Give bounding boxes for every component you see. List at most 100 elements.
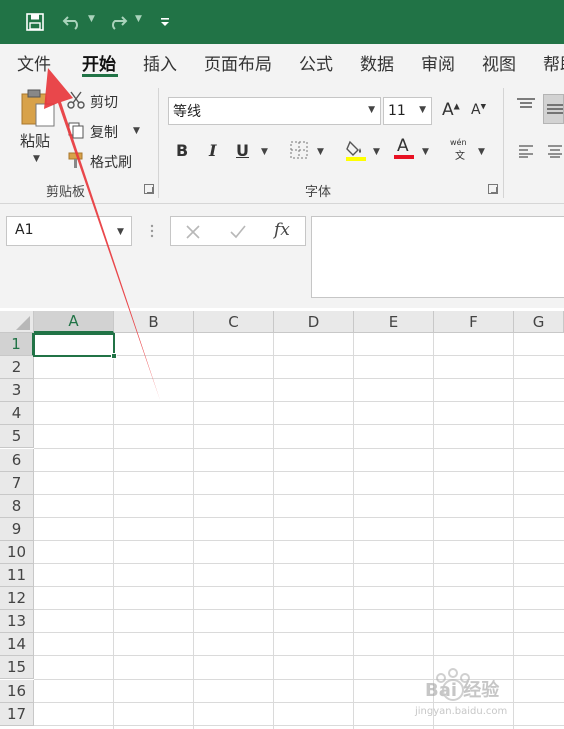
borders-dropdown-icon[interactable]: ▼ xyxy=(317,147,324,157)
font-dialog-launcher-icon[interactable] xyxy=(488,184,498,194)
tab-data[interactable]: 数据 xyxy=(360,50,394,75)
format-painter-icon xyxy=(67,151,85,173)
row-header-15[interactable]: 15 xyxy=(0,656,34,680)
align-middle-icon[interactable] xyxy=(543,94,564,124)
active-cell[interactable] xyxy=(33,333,115,357)
copy-dropdown-icon[interactable]: ▼ xyxy=(133,126,140,136)
tab-review[interactable]: 审阅 xyxy=(421,50,455,75)
underline-dropdown-icon[interactable]: ▼ xyxy=(261,147,268,157)
shrink-font-button[interactable]: A▼ xyxy=(471,102,486,118)
column-gridline xyxy=(273,333,274,729)
copy-button[interactable]: 复制 xyxy=(90,122,118,142)
formula-input[interactable] xyxy=(311,216,564,298)
tab-formulas[interactable]: 公式 xyxy=(299,50,333,75)
row-header-16[interactable]: 16 xyxy=(0,679,34,703)
column-header-a[interactable]: A xyxy=(34,311,114,333)
phonetic-guide-icon[interactable]: wén 文 xyxy=(450,138,470,162)
row-header-5[interactable]: 5 xyxy=(0,425,34,449)
name-box-dropdown-icon[interactable]: ▼ xyxy=(117,227,124,237)
align-left-icon[interactable] xyxy=(518,143,534,162)
select-all-button[interactable] xyxy=(0,311,34,333)
row-header-17[interactable]: 17 xyxy=(0,702,34,726)
row-header-12[interactable]: 12 xyxy=(0,587,34,611)
row-header-11[interactable]: 11 xyxy=(0,564,34,588)
align-top-icon[interactable] xyxy=(516,96,536,115)
tab-insert[interactable]: 插入 xyxy=(143,50,177,75)
clipboard-dialog-launcher-icon[interactable] xyxy=(144,184,154,194)
font-size-combo[interactable]: 11 ▼ xyxy=(383,97,432,125)
borders-icon[interactable] xyxy=(290,141,308,163)
name-box[interactable]: A1 xyxy=(6,216,132,246)
copy-icon xyxy=(67,121,85,143)
paste-icon[interactable] xyxy=(20,88,56,132)
redo-icon[interactable] xyxy=(106,10,130,34)
row-header-8[interactable]: 8 xyxy=(0,494,34,518)
group-separator xyxy=(503,88,504,198)
row-header-4[interactable]: 4 xyxy=(0,402,34,426)
tab-file[interactable]: 文件 xyxy=(17,50,51,75)
ribbon: 粘贴 ▼ 剪切 复制 ▼ 格式刷 剪贴板 等线 ▼ 11 ▼ A▲ A▼ B I… xyxy=(0,80,564,204)
font-name-value: 等线 xyxy=(173,104,201,120)
row-header-3[interactable]: 3 xyxy=(0,379,34,403)
column-gridline xyxy=(353,333,354,729)
watermark-text: Bai 经验 xyxy=(425,680,500,701)
italic-button[interactable]: I xyxy=(209,141,216,160)
font-color-icon[interactable]: A xyxy=(394,136,416,160)
watermark-url: jingyan.baidu.com xyxy=(415,706,508,717)
align-center-icon[interactable] xyxy=(547,143,563,162)
row-header-10[interactable]: 10 xyxy=(0,540,34,564)
redo-dropdown-icon[interactable]: ▼ xyxy=(135,14,142,24)
column-header-f[interactable]: F xyxy=(434,311,514,333)
font-color-dropdown-icon[interactable]: ▼ xyxy=(422,147,429,157)
column-header-d[interactable]: D xyxy=(274,311,354,333)
font-group-label: 字体 xyxy=(305,185,332,200)
paste-button[interactable]: 粘贴 xyxy=(20,130,50,151)
save-icon[interactable] xyxy=(24,10,46,34)
row-header-9[interactable]: 9 xyxy=(0,517,34,541)
font-color-label: A xyxy=(397,136,409,156)
row-header-14[interactable]: 14 xyxy=(0,633,34,657)
tab-page-layout[interactable]: 页面布局 xyxy=(204,50,272,75)
tab-home[interactable]: 开始 xyxy=(82,50,116,75)
name-box-value: A1 xyxy=(15,222,34,238)
insert-function-button[interactable]: fx xyxy=(274,220,290,240)
fill-handle[interactable] xyxy=(111,353,117,359)
row-header-2[interactable]: 2 xyxy=(0,356,34,380)
cancel-icon[interactable] xyxy=(185,224,201,244)
row-header-13[interactable]: 13 xyxy=(0,610,34,634)
font-name-combo[interactable]: 等线 ▼ xyxy=(168,97,381,125)
column-header-g[interactable]: G xyxy=(514,311,564,333)
baidu-watermark: Bai 经验 jingyan.baidu.com xyxy=(405,668,555,723)
phonetic-top-label: wén xyxy=(450,138,467,147)
customize-icon[interactable] xyxy=(158,10,172,34)
enter-icon[interactable] xyxy=(229,224,247,244)
formula-bar-grip-icon xyxy=(150,223,154,243)
column-header-b[interactable]: B xyxy=(114,311,194,333)
paste-dropdown-icon[interactable]: ▼ xyxy=(33,154,40,164)
column-gridline xyxy=(113,333,114,729)
fill-color-icon[interactable] xyxy=(345,138,367,166)
bold-button[interactable]: B xyxy=(176,141,188,160)
fill-color-dropdown-icon[interactable]: ▼ xyxy=(373,147,380,157)
column-header-c[interactable]: C xyxy=(194,311,274,333)
tab-help[interactable]: 帮助 xyxy=(543,50,564,75)
worksheet-grid xyxy=(0,311,564,729)
tab-view[interactable]: 视图 xyxy=(482,50,516,75)
row-header-7[interactable]: 7 xyxy=(0,471,34,495)
phonetic-dropdown-icon[interactable]: ▼ xyxy=(478,147,485,157)
row-header-6[interactable]: 6 xyxy=(0,448,34,472)
undo-icon[interactable] xyxy=(60,10,84,34)
clipboard-group-label: 剪贴板 xyxy=(46,185,86,200)
grow-font-button[interactable]: A▲ xyxy=(442,100,460,120)
shrink-font-label: A xyxy=(471,102,481,118)
font-size-dropdown-icon[interactable]: ▼ xyxy=(419,105,426,115)
format-painter-button[interactable]: 格式刷 xyxy=(90,152,132,172)
font-color-swatch xyxy=(394,155,414,159)
column-header-e[interactable]: E xyxy=(354,311,434,333)
phonetic-bottom-label: 文 xyxy=(455,151,465,162)
font-name-dropdown-icon[interactable]: ▼ xyxy=(368,105,375,115)
row-header-1[interactable]: 1 xyxy=(0,333,34,357)
cut-button[interactable]: 剪切 xyxy=(90,92,118,112)
undo-dropdown-icon[interactable]: ▼ xyxy=(88,14,95,24)
underline-button[interactable]: U xyxy=(236,141,249,160)
